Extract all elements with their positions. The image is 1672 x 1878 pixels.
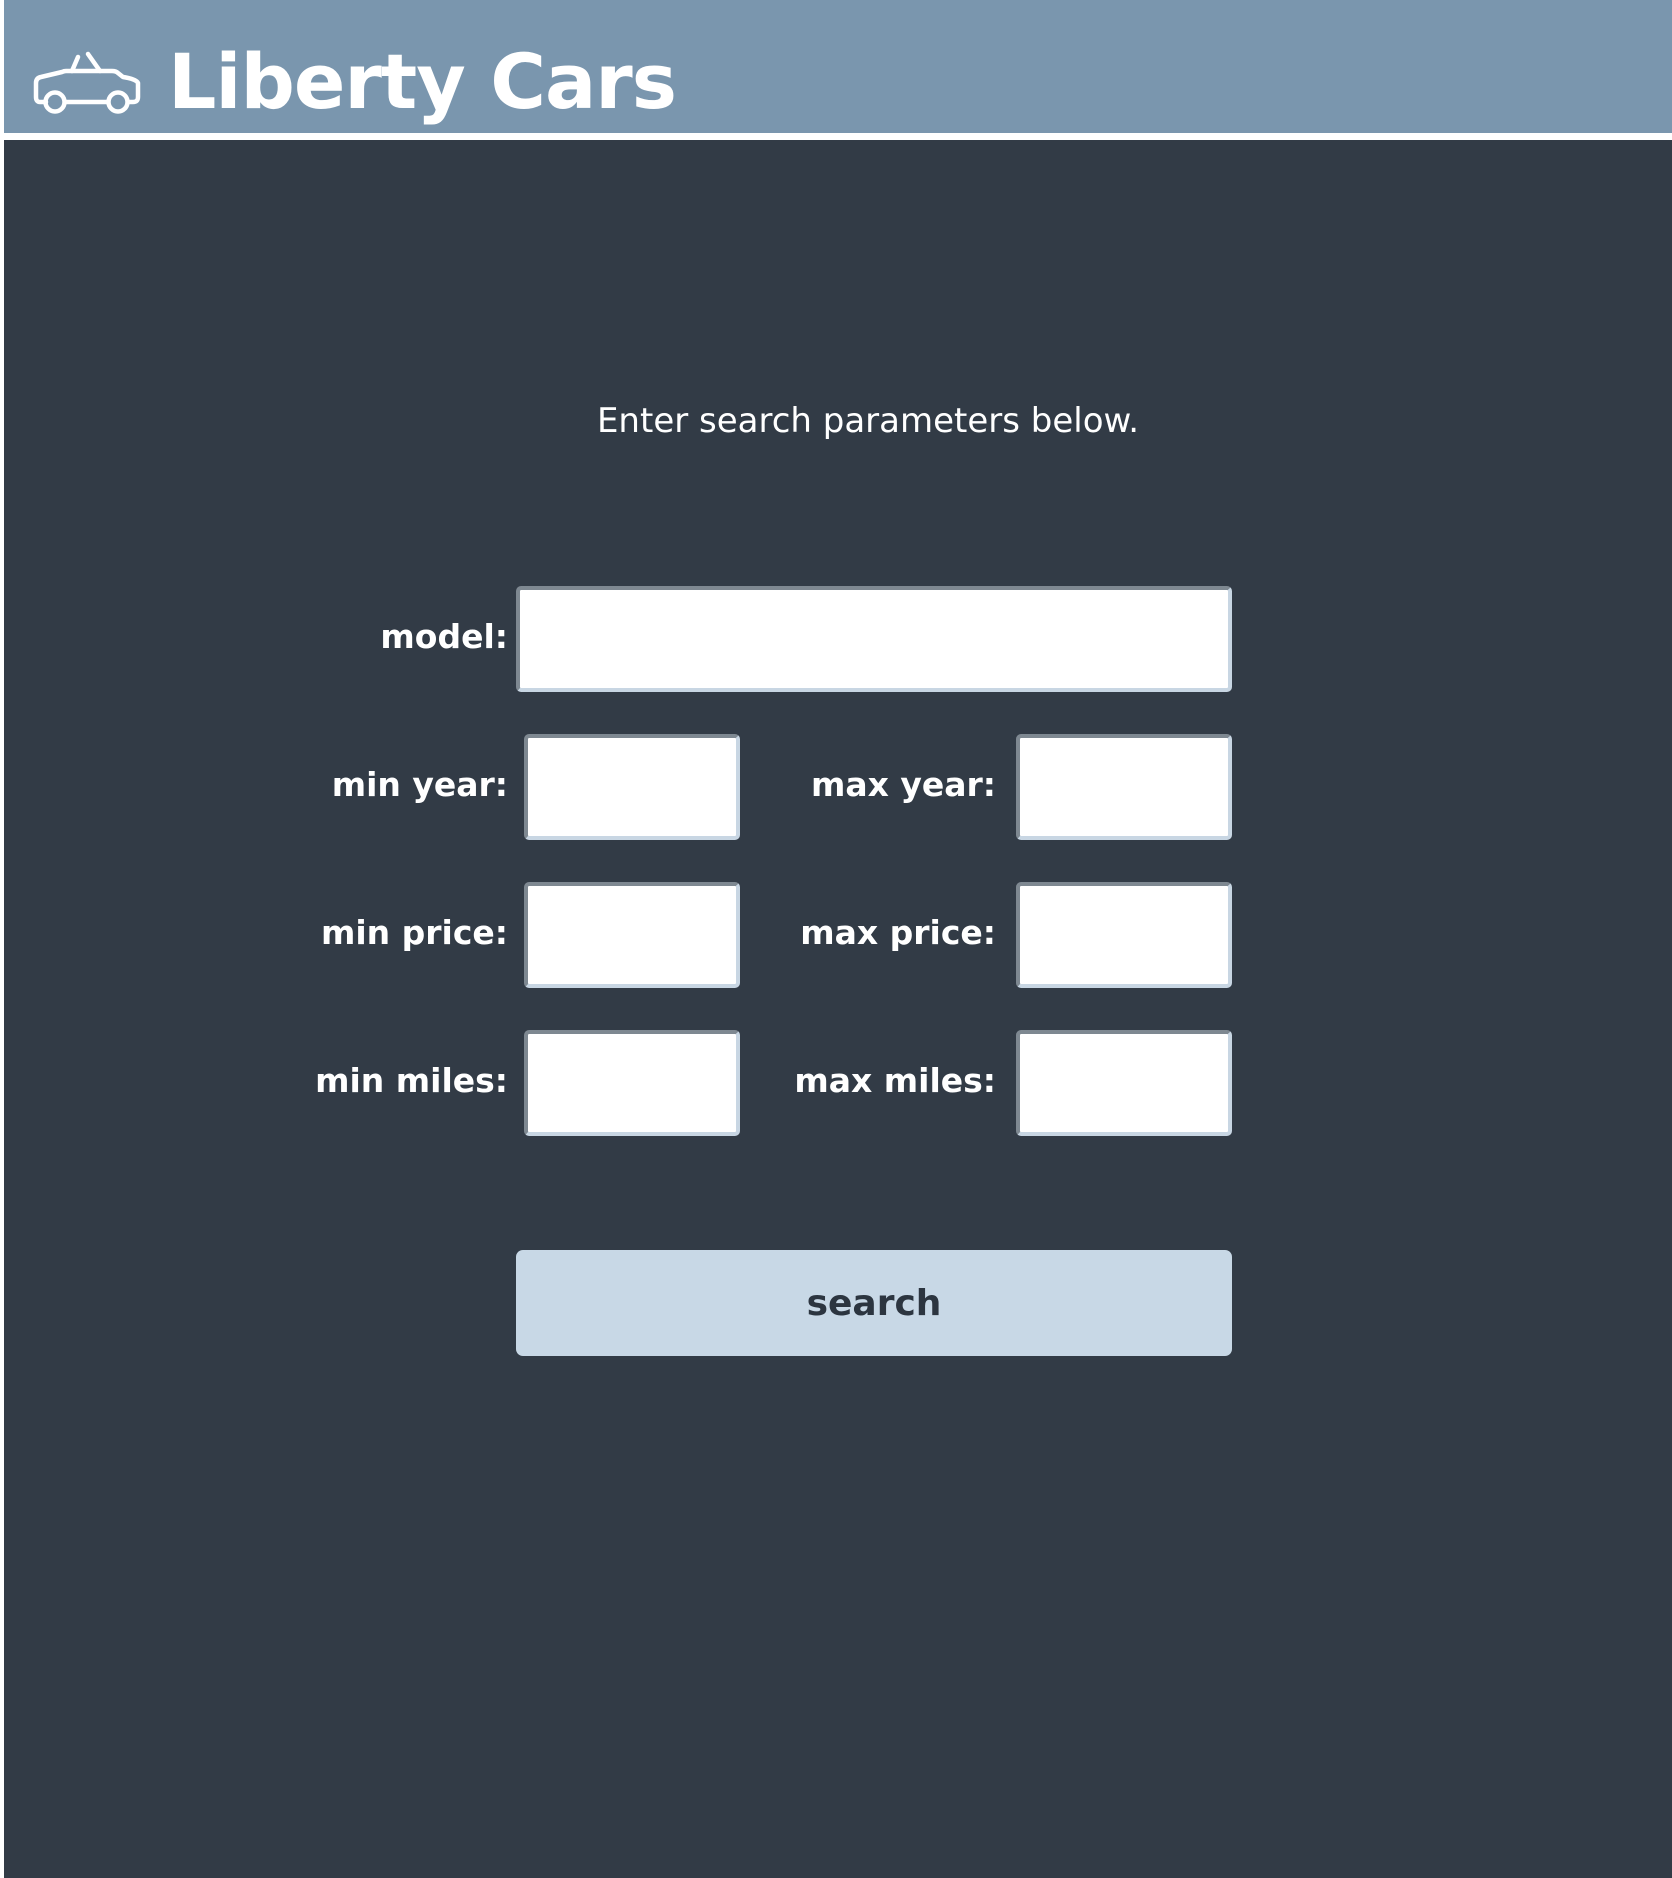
max-year-label: max year: bbox=[810, 765, 996, 804]
search-instructions: Enter search parameters below. bbox=[596, 401, 1140, 441]
model-input[interactable] bbox=[516, 586, 1232, 692]
left-edge-divider bbox=[0, 0, 4, 1878]
app-title: Liberty Cars bbox=[168, 37, 677, 126]
search-button[interactable]: search bbox=[516, 1250, 1232, 1356]
app-header: Liberty Cars bbox=[4, 0, 1672, 140]
min-price-input[interactable] bbox=[524, 882, 740, 988]
min-year-input[interactable] bbox=[524, 734, 740, 840]
max-miles-input[interactable] bbox=[1016, 1030, 1232, 1136]
min-miles-input[interactable] bbox=[524, 1030, 740, 1136]
min-price-label: min price: bbox=[320, 913, 508, 952]
min-year-label: min year: bbox=[331, 765, 508, 804]
min-miles-label: min miles: bbox=[315, 1061, 508, 1100]
max-miles-label: max miles: bbox=[794, 1061, 996, 1100]
max-year-input[interactable] bbox=[1016, 734, 1232, 840]
max-price-label: max price: bbox=[800, 913, 996, 952]
max-price-input[interactable] bbox=[1016, 882, 1232, 988]
model-label: model: bbox=[380, 617, 508, 656]
car-icon bbox=[33, 51, 141, 114]
